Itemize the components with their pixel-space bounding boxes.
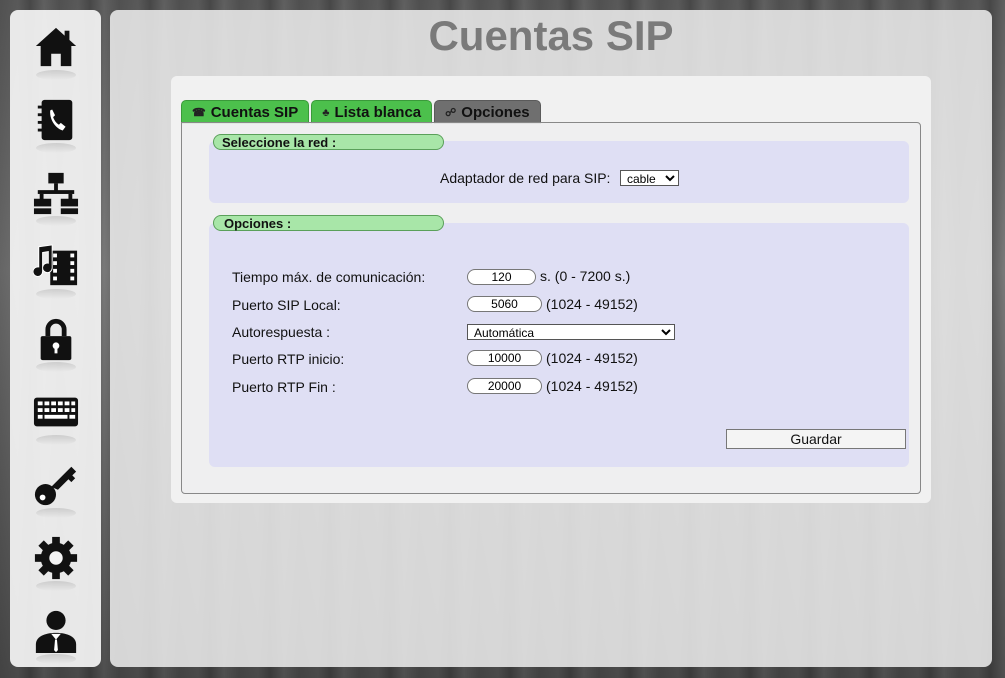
tab-bar: ☎ Cuentas SIP ♣ Lista blanca ☍ Opciones xyxy=(181,100,543,124)
phone-icon: ☎ xyxy=(192,107,206,119)
key-icon xyxy=(34,466,76,505)
max-time-hint: s. (0 - 7200 s.) xyxy=(540,268,631,284)
lock-icon xyxy=(40,318,71,360)
gear-icon xyxy=(34,536,77,579)
sip-port-hint: (1024 - 49152) xyxy=(546,296,638,312)
tab-label: Cuentas SIP xyxy=(210,104,299,121)
field-label-sip-port: Puerto SIP Local: xyxy=(232,297,341,313)
rtp-end-hint: (1024 - 49152) xyxy=(546,378,638,394)
nav-user[interactable] xyxy=(10,594,101,667)
nav-security[interactable] xyxy=(10,302,101,375)
nav-network[interactable] xyxy=(10,156,101,229)
max-time-input[interactable] xyxy=(467,269,536,285)
save-button[interactable]: Guardar xyxy=(726,429,906,449)
rtp-end-input[interactable] xyxy=(467,378,542,394)
sidebar xyxy=(10,10,101,667)
media-icon xyxy=(32,243,77,285)
rtp-start-hint: (1024 - 49152) xyxy=(546,350,638,366)
settings-panel: ☎ Cuentas SIP ♣ Lista blanca ☍ Opciones … xyxy=(171,76,931,503)
nav-keyboard[interactable] xyxy=(10,375,101,448)
home-icon xyxy=(35,27,76,66)
nav-phonebook[interactable] xyxy=(10,83,101,156)
tab-label: Opciones xyxy=(461,104,530,121)
tab-content: Seleccione la red : Adaptador de red par… xyxy=(181,122,921,494)
tab-opciones[interactable]: ☍ Opciones xyxy=(434,100,541,124)
link-icon: ☍ xyxy=(445,107,457,119)
phonebook-icon xyxy=(37,99,72,140)
field-label-autoanswer: Autorespuesta : xyxy=(232,324,331,340)
contacts-icon: ♣ xyxy=(322,106,330,119)
rtp-start-input[interactable] xyxy=(467,350,542,366)
network-section-title: Seleccione la red : xyxy=(213,134,444,150)
nav-keys[interactable] xyxy=(10,448,101,521)
field-label-max-time: Tiempo máx. de comunicación: xyxy=(232,269,426,285)
autoanswer-select[interactable]: Automática xyxy=(467,324,675,340)
main-content: Cuentas SIP ☎ Cuentas SIP ♣ Lista blanca… xyxy=(110,10,992,667)
user-icon xyxy=(35,610,76,653)
nav-settings[interactable] xyxy=(10,521,101,594)
nav-media[interactable] xyxy=(10,229,101,302)
page-title: Cuentas SIP xyxy=(428,12,674,59)
network-adapter-select[interactable]: cable xyxy=(620,170,679,186)
tab-label: Lista blanca xyxy=(334,104,422,121)
sip-port-input[interactable] xyxy=(467,296,542,312)
field-label-rtp-start: Puerto RTP inicio: xyxy=(232,351,345,367)
adapter-label: Adaptador de red para SIP: xyxy=(440,170,611,186)
keyboard-icon xyxy=(33,397,78,426)
tab-lista-blanca[interactable]: ♣ Lista blanca xyxy=(311,100,433,124)
tab-cuentas-sip[interactable]: ☎ Cuentas SIP xyxy=(181,100,310,124)
nav-home[interactable] xyxy=(10,10,101,83)
options-section-title: Opciones : xyxy=(213,215,444,231)
field-label-rtp-end: Puerto RTP Fin : xyxy=(232,379,336,395)
network-icon xyxy=(33,172,78,214)
